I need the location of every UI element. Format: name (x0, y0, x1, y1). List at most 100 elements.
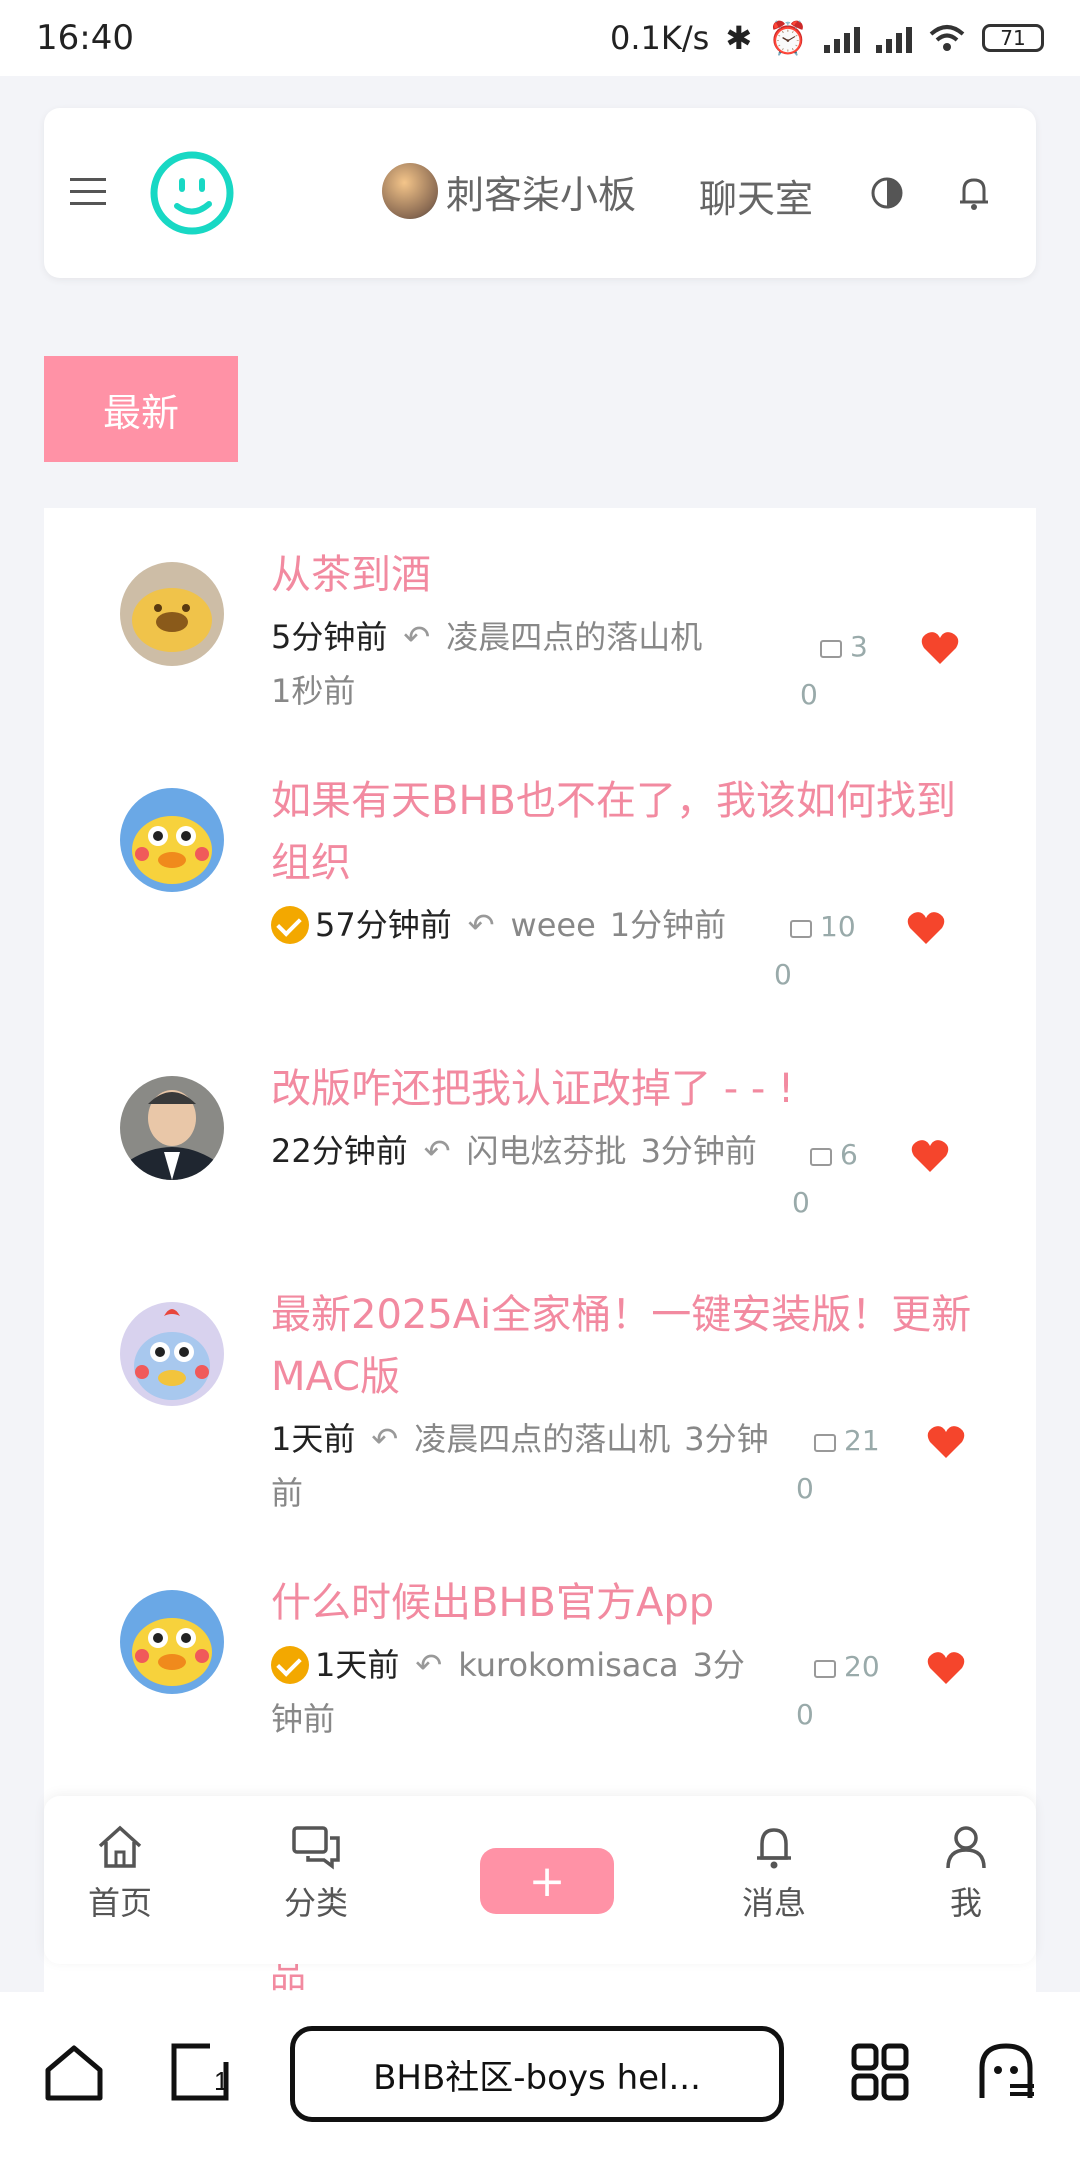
svg-text:1: 1 (214, 2066, 228, 2096)
counts: 21 0 (796, 1418, 914, 1512)
counts: 3 0 (800, 624, 920, 718)
bell-icon (757, 1828, 791, 1869)
tabs-icon[interactable]: 1 (170, 2042, 230, 2102)
counts: 10 0 (774, 904, 890, 998)
tab-home-label: 首页 (87, 1884, 152, 1922)
topic-title[interactable]: 从茶到酒 (271, 544, 991, 606)
home-icon (98, 1825, 142, 1868)
comment-icon (814, 1660, 836, 1678)
like-count: 0 (796, 1472, 814, 1505)
topic-list: 从茶到酒 5分钟前 ↶ 凌晨四点的落山机 1秒前 3 0 如果有天BHB也不在了，我… (44, 508, 1036, 1998)
bottom-tab-bar: 首页 分类 + 消息 我 (44, 1796, 1036, 1964)
bluetooth-icon: ✱ (725, 19, 753, 57)
top-header: 刺客柒小板 聊天室 (44, 108, 1036, 278)
site-logo[interactable] (149, 150, 235, 236)
last-replier[interactable]: 凌晨四点的落山机 (414, 1420, 670, 1458)
reply-time: 3分钟前 (640, 1132, 757, 1170)
avatar[interactable] (120, 1076, 224, 1180)
status-icons: 0.1K/s ✱ ⏰ 71 (610, 19, 1044, 57)
ghost-menu-icon[interactable] (976, 2042, 1036, 2102)
heart-icon[interactable] (926, 1424, 966, 1460)
comment-icon (790, 920, 812, 938)
status-bar: 16:40 0.1K/s ✱ ⏰ 71 (0, 0, 1080, 76)
chat-bubbles-icon (292, 1826, 340, 1870)
topic-meta: 22分钟前 ↶ 闪电炫芬批 3分钟前 (271, 1124, 771, 1178)
reply-count: 6 (840, 1138, 858, 1171)
reply-count: 20 (844, 1650, 880, 1683)
heart-icon[interactable] (910, 1138, 950, 1174)
network-speed: 0.1K/s (610, 19, 710, 57)
topic-meta: 5分钟前 ↶ 凌晨四点的落山机 1秒前 (271, 610, 771, 718)
address-bar[interactable]: BHB社区-boys hel... (290, 2026, 784, 2122)
tab-me[interactable]: 我 (906, 1824, 1026, 1924)
battery-icon: 71 (982, 24, 1044, 52)
reply-icon: ↶ (371, 1420, 399, 1458)
reply-count: 3 (850, 630, 868, 663)
reply-icon: ↶ (403, 618, 431, 656)
alarm-icon: ⏰ (768, 19, 808, 57)
heart-icon[interactable] (920, 630, 960, 666)
post-time: 1天前 (315, 1646, 400, 1684)
post-time: 5分钟前 (271, 618, 388, 656)
new-topic-button[interactable]: + (480, 1848, 614, 1914)
signal-hd-icon (876, 23, 912, 53)
post-time: 22分钟前 (271, 1132, 408, 1170)
counts: 6 0 (792, 1132, 910, 1226)
avatar[interactable] (120, 788, 224, 892)
verified-badge-icon (271, 1646, 309, 1684)
tab-category-label: 分类 (283, 1884, 348, 1922)
verified-badge-icon (271, 906, 309, 944)
wifi-icon (929, 25, 965, 51)
tab-home[interactable]: 首页 (60, 1824, 180, 1924)
topic-meta: 1天前 ↶ kurokomisaca 3分钟前 (271, 1638, 771, 1746)
tab-messages[interactable]: 消息 (714, 1824, 834, 1924)
tab-latest[interactable]: 最新 (44, 356, 238, 462)
heart-icon[interactable] (926, 1650, 966, 1686)
theme-toggle-icon[interactable] (870, 176, 904, 210)
like-count: 0 (800, 678, 818, 711)
like-count: 0 (774, 958, 792, 991)
post-time: 57分钟前 (315, 906, 452, 944)
bell-icon[interactable] (956, 174, 992, 212)
avatar (382, 163, 438, 219)
comment-icon (814, 1434, 836, 1452)
topic-title[interactable]: 如果有天BHB也不在了，我该如何找到组织 (271, 770, 991, 894)
last-replier[interactable]: kurokomisaca (458, 1646, 678, 1684)
reply-time: 1分钟前 (609, 906, 727, 944)
reply-icon: ↶ (467, 906, 495, 944)
last-replier[interactable]: weee (511, 906, 596, 944)
reply-icon: ↶ (423, 1132, 451, 1170)
heart-icon[interactable] (906, 910, 946, 946)
topic-meta: 57分钟前 ↶ weee 1分钟前 (271, 898, 771, 952)
browser-home-icon[interactable] (44, 2042, 104, 2102)
topic-title[interactable]: 什么时候出BHB官方App (271, 1572, 991, 1634)
avatar[interactable] (120, 1302, 224, 1406)
avatar[interactable] (120, 1590, 224, 1694)
username: 刺客柒小板 (446, 172, 637, 217)
reply-count: 10 (820, 910, 856, 943)
last-replier[interactable]: 凌晨四点的落山机 (446, 618, 702, 656)
tab-me-label: 我 (949, 1884, 982, 1922)
last-replier[interactable]: 闪电炫芬批 (467, 1132, 627, 1170)
reply-count: 21 (844, 1424, 880, 1457)
user-icon (946, 1826, 986, 1869)
post-time: 1天前 (271, 1420, 356, 1458)
comment-icon (820, 640, 842, 658)
apps-grid-icon[interactable] (850, 2042, 910, 2102)
avatar[interactable] (120, 562, 224, 666)
like-count: 0 (792, 1186, 810, 1219)
topic-title[interactable]: 改版咋还把我认证改掉了 - - ! (271, 1058, 991, 1120)
counts: 20 0 (796, 1644, 914, 1738)
comment-icon (810, 1148, 832, 1166)
topic-meta: 1天前 ↶ 凌晨四点的落山机 3分钟前 (271, 1412, 771, 1520)
tab-category[interactable]: 分类 (256, 1824, 376, 1924)
chatroom-link[interactable]: 聊天室 (699, 168, 813, 223)
topic-title[interactable]: 最新2025Ai全家桶！一键安装版！更新MAC版 (271, 1284, 991, 1408)
reply-icon: ↶ (415, 1646, 443, 1684)
status-time: 16:40 (36, 18, 134, 58)
reply-time: 1秒前 (271, 672, 356, 710)
browser-toolbar: 1 BHB社区-boys hel... (0, 1992, 1080, 2160)
menu-icon[interactable] (70, 178, 106, 206)
like-count: 0 (796, 1698, 814, 1731)
user-profile-link[interactable]: 刺客柒小板 (382, 163, 636, 219)
